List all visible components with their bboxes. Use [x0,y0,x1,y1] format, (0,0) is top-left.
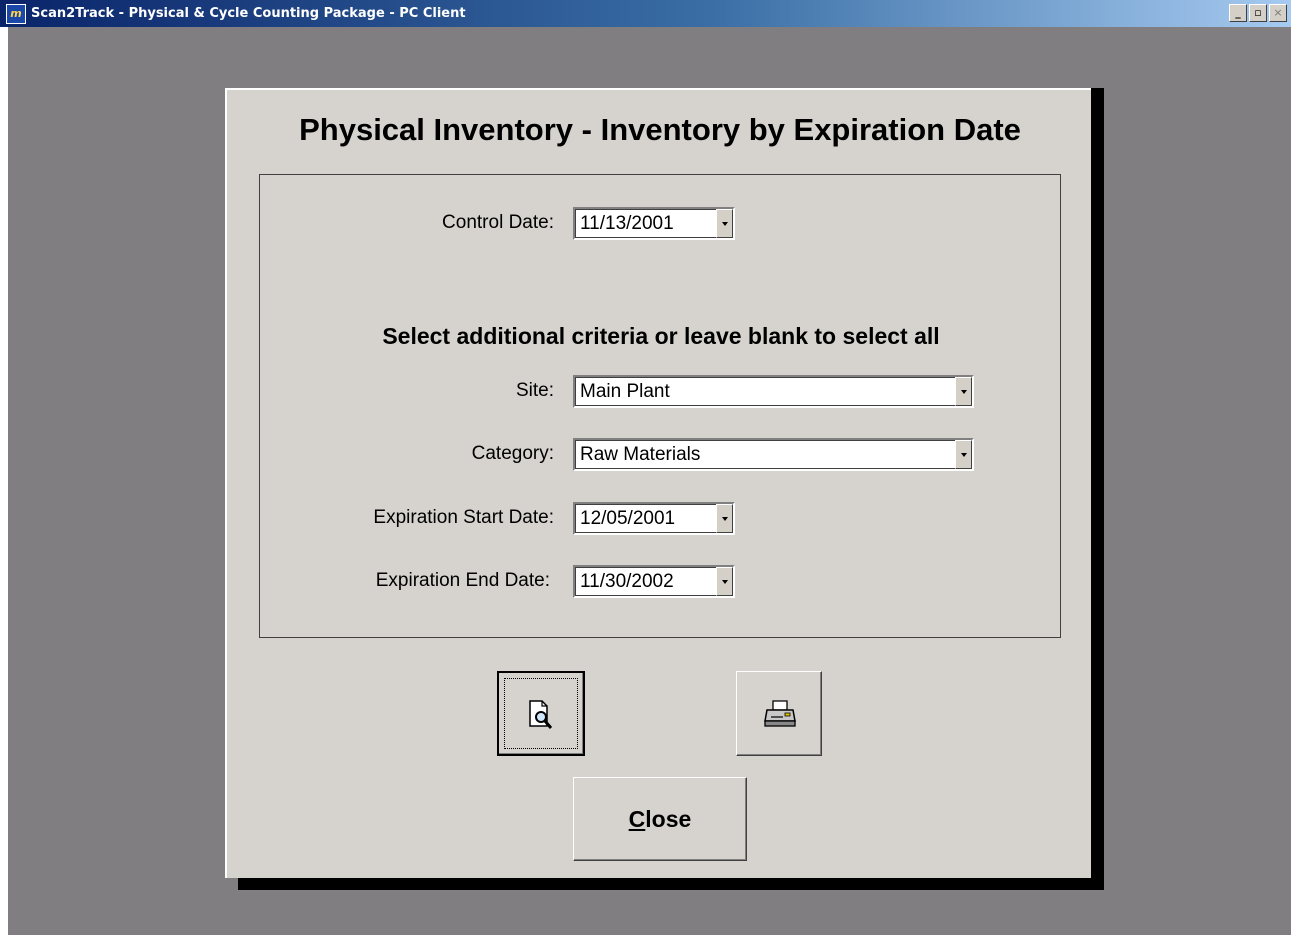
category-label: Category: [471,443,554,464]
window-title: Scan2Track - Physical & Cycle Counting P… [31,6,466,21]
minimize-button[interactable]: _ [1229,4,1247,22]
control-date-combo[interactable]: 11/13/2001 [573,207,735,240]
chevron-down-icon[interactable] [716,209,733,238]
criteria-heading: Select additional criteria or leave blan… [382,323,940,349]
window-controls: _ ▫ × [1229,4,1287,22]
chevron-down-icon[interactable] [955,440,972,469]
category-value: Raw Materials [580,444,701,465]
criteria-group: Control Date: 11/13/2001 Select addition… [259,174,1061,638]
category-combo[interactable]: Raw Materials [573,438,974,471]
report-form: Physical Inventory - Inventory by Expira… [225,88,1091,878]
chevron-down-icon[interactable] [955,377,972,406]
control-date-value: 11/13/2001 [580,213,674,234]
restore-button[interactable]: ▫ [1249,4,1267,22]
close-button[interactable]: Close [573,777,747,861]
chevron-down-icon[interactable] [716,567,733,596]
close-button-label: Close [628,805,692,832]
site-combo[interactable]: Main Plant [573,375,974,408]
chevron-down-icon[interactable] [716,504,733,533]
app-icon[interactable]: m [6,3,26,24]
expiration-start-label: Expiration Start Date: [373,507,554,528]
expiration-end-value: 11/30/2002 [580,571,674,592]
expiration-end-label: Expiration End Date: [375,570,550,591]
print-button[interactable] [736,671,822,756]
close-window-button[interactable]: × [1269,4,1287,22]
print-preview-icon [529,700,553,729]
expiration-start-combo[interactable]: 12/05/2001 [573,502,735,535]
expiration-start-value: 12/05/2001 [580,508,676,529]
form-title: Physical Inventory - Inventory by Expira… [299,112,1021,147]
title-bar[interactable]: m Scan2Track - Physical & Cycle Counting… [0,0,1291,27]
site-value: Main Plant [580,381,670,402]
printer-icon [764,700,796,727]
control-date-label: Control Date: [442,212,554,233]
print-preview-button[interactable] [497,671,585,756]
expiration-end-combo[interactable]: 11/30/2002 [573,565,735,598]
site-label: Site: [515,380,554,401]
